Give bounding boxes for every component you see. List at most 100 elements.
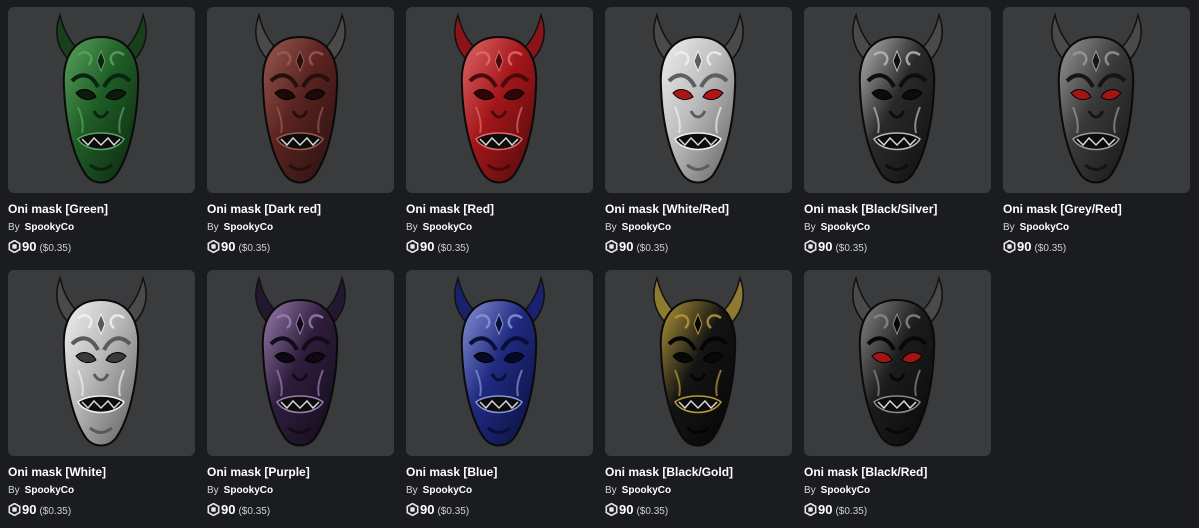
- robux-glyph: [804, 240, 817, 253]
- creator-link[interactable]: SpookyCo: [1020, 222, 1069, 233]
- robux-glyph: [8, 503, 21, 516]
- item-card[interactable]: Oni mask [Green] By SpookyCo 90 ($0.35): [8, 7, 195, 259]
- item-price: 90 ($0.35): [207, 238, 270, 254]
- item-thumbnail[interactable]: [207, 7, 394, 193]
- item-thumbnail[interactable]: [605, 270, 792, 456]
- creator-by-label: By: [8, 222, 20, 233]
- robux-glyph: [804, 503, 817, 516]
- robux-glyph: [8, 240, 21, 253]
- item-price: 90 ($0.35): [207, 501, 270, 517]
- item-name[interactable]: Oni mask [White]: [8, 465, 195, 479]
- price-amount: 90: [22, 239, 37, 254]
- item-thumbnail[interactable]: [804, 270, 991, 456]
- item-card[interactable]: Oni mask [Purple] By SpookyCo 90 ($0.35): [207, 270, 394, 522]
- item-thumbnail[interactable]: [207, 270, 394, 456]
- creator-link[interactable]: SpookyCo: [224, 222, 273, 233]
- price-usd: ($0.35): [238, 506, 271, 517]
- item-thumbnail[interactable]: [406, 270, 593, 456]
- robux-icon: [406, 503, 419, 516]
- item-price: 90 ($0.35): [605, 238, 668, 254]
- item-card[interactable]: Oni mask [Black/Silver] By SpookyCo 90 ($0…: [804, 7, 991, 259]
- robux-glyph: [207, 240, 220, 253]
- item-card[interactable]: Oni mask [Grey/Red] By SpookyCo 90 ($0.35): [1003, 7, 1190, 259]
- creator-link[interactable]: SpookyCo: [25, 222, 74, 233]
- item-name[interactable]: Oni mask [Green]: [8, 202, 195, 216]
- oni-mask-image: [255, 275, 346, 447]
- creator-by-label: By: [8, 485, 20, 496]
- oni-mask-image: [255, 12, 346, 184]
- item-card[interactable]: Oni mask [White] By SpookyCo 90 ($0.35): [8, 270, 195, 522]
- creator-link[interactable]: SpookyCo: [25, 485, 74, 496]
- oni-mask-image: [653, 12, 744, 184]
- catalog-grid: Oni mask [Green] By SpookyCo 90 ($0.35) On…: [0, 0, 1199, 528]
- robux-icon: [207, 503, 220, 516]
- item-thumbnail[interactable]: [605, 7, 792, 193]
- robux-glyph: [207, 503, 220, 516]
- price-usd: ($0.35): [39, 506, 72, 517]
- robux-icon: [207, 240, 220, 253]
- item-name[interactable]: Oni mask [Red]: [406, 202, 593, 216]
- creator-by-label: By: [406, 485, 418, 496]
- item-name[interactable]: Oni mask [Purple]: [207, 465, 394, 479]
- robux-icon: [8, 503, 21, 516]
- creator-by-label: By: [1003, 222, 1015, 233]
- item-thumbnail[interactable]: [1003, 7, 1190, 193]
- creator-by-label: By: [207, 485, 219, 496]
- item-thumbnail[interactable]: [406, 7, 593, 193]
- creator-link[interactable]: SpookyCo: [622, 485, 671, 496]
- item-name[interactable]: Oni mask [Black/Gold]: [605, 465, 792, 479]
- item-thumbnail[interactable]: [8, 270, 195, 456]
- item-card[interactable]: Oni mask [Red] By SpookyCo 90 ($0.35): [406, 7, 593, 259]
- robux-glyph: [1003, 240, 1016, 253]
- robux-icon: [605, 503, 618, 516]
- oni-mask-image: [56, 275, 147, 447]
- price-usd: ($0.35): [39, 243, 72, 254]
- robux-icon: [8, 240, 21, 253]
- creator-by-label: By: [605, 485, 617, 496]
- price-amount: 90: [420, 239, 435, 254]
- item-card[interactable]: Oni mask [Blue] By SpookyCo 90 ($0.35): [406, 270, 593, 522]
- robux-glyph: [406, 503, 419, 516]
- item-price: 90 ($0.35): [1003, 238, 1066, 254]
- robux-icon: [605, 240, 618, 253]
- item-thumbnail[interactable]: [8, 7, 195, 193]
- item-name[interactable]: Oni mask [Blue]: [406, 465, 593, 479]
- price-usd: ($0.35): [437, 506, 470, 517]
- item-price: 90 ($0.35): [406, 238, 469, 254]
- item-price: 90 ($0.35): [605, 501, 668, 517]
- robux-icon: [804, 503, 817, 516]
- creator-link[interactable]: SpookyCo: [821, 485, 870, 496]
- item-creator: By SpookyCo: [605, 222, 671, 233]
- price-amount: 90: [221, 502, 236, 517]
- item-creator: By SpookyCo: [207, 485, 273, 496]
- item-name[interactable]: Oni mask [Black/Red]: [804, 465, 991, 479]
- oni-mask-image: [454, 12, 545, 184]
- price-usd: ($0.35): [238, 243, 271, 254]
- item-name[interactable]: Oni mask [White/Red]: [605, 202, 792, 216]
- robux-glyph: [605, 503, 618, 516]
- item-card[interactable]: Oni mask [Black/Gold] By SpookyCo 90 ($0.3…: [605, 270, 792, 522]
- creator-link[interactable]: SpookyCo: [224, 485, 273, 496]
- creator-link[interactable]: SpookyCo: [622, 222, 671, 233]
- item-card[interactable]: Oni mask [White/Red] By SpookyCo 90 ($0.35…: [605, 7, 792, 259]
- robux-icon: [1003, 240, 1016, 253]
- creator-by-label: By: [207, 222, 219, 233]
- robux-glyph: [605, 240, 618, 253]
- creator-link[interactable]: SpookyCo: [821, 222, 870, 233]
- price-usd: ($0.35): [835, 506, 868, 517]
- item-price: 90 ($0.35): [804, 501, 867, 517]
- creator-link[interactable]: SpookyCo: [423, 222, 472, 233]
- item-creator: By SpookyCo: [8, 222, 74, 233]
- creator-link[interactable]: SpookyCo: [423, 485, 472, 496]
- price-usd: ($0.35): [636, 506, 669, 517]
- item-name[interactable]: Oni mask [Dark red]: [207, 202, 394, 216]
- item-creator: By SpookyCo: [8, 485, 74, 496]
- item-creator: By SpookyCo: [605, 485, 671, 496]
- item-card[interactable]: Oni mask [Dark red] By SpookyCo 90 ($0.35): [207, 7, 394, 259]
- item-thumbnail[interactable]: [804, 7, 991, 193]
- item-name[interactable]: Oni mask [Black/Silver]: [804, 202, 991, 216]
- price-usd: ($0.35): [437, 243, 470, 254]
- item-name[interactable]: Oni mask [Grey/Red]: [1003, 202, 1190, 216]
- item-price: 90 ($0.35): [406, 501, 469, 517]
- item-card[interactable]: Oni mask [Black/Red] By SpookyCo 90 ($0.35…: [804, 270, 991, 522]
